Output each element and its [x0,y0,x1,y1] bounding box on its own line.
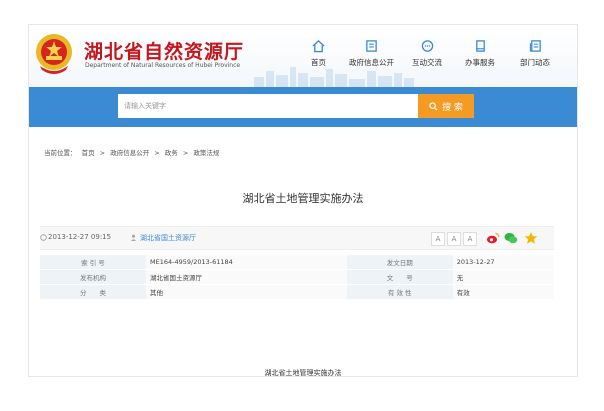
table-row: 发布机构 湖北省国土资源厅 文 号 无 [40,269,554,285]
page-frame: 湖北省自然资源厅 Department of Natural Resources… [28,24,578,377]
site-header: 湖北省自然资源厅 Department of Natural Resources… [29,25,577,87]
search-icon [429,101,438,111]
font-size-large-button[interactable]: A [431,232,445,246]
info-value: 其他 [146,284,347,300]
article-content: 当前位置： 首页 > 政府信息公开 > 政务 > 政策法规 湖北省土地管理实施办… [37,137,569,376]
breadcrumb: 当前位置： 首页 > 政府信息公开 > 政务 > 政策法规 [44,147,222,157]
breadcrumb-link-policy[interactable]: 政策法规 [193,149,219,157]
article-meta-bar: 2013-12-27 09:15 湖北省国土资源厅 A A A [40,226,554,250]
info-value: 湖北省国土资源厅 [146,269,347,285]
breadcrumb-separator: > [99,149,106,157]
font-size-small-button[interactable]: A [463,232,477,246]
info-key: 发文日期 [346,255,453,270]
nav-label: 互动交流 [412,58,442,67]
breadcrumb-prefix: 当前位置： [44,149,77,157]
search-button[interactable]: 搜 索 [418,94,474,118]
skyline-graphic [254,67,414,87]
bookmark-icon [475,40,485,52]
chat-icon [421,40,433,52]
info-key: 索 引 号 [40,255,146,270]
nav-item-gov-info[interactable]: 政府信息公开 [349,39,394,68]
table-row: 分 类 其他 有 效 性 有效 [40,284,554,300]
article-title: 湖北省土地管理实施办法 [242,192,364,205]
nav-label: 部门动态 [520,58,550,67]
user-icon [130,234,137,241]
search-input[interactable]: 请输入关键字 [118,94,418,118]
nav-label: 首页 [311,58,326,67]
nav-item-interaction[interactable]: 互动交流 [412,39,442,68]
breadcrumb-link-home[interactable]: 首页 [82,149,95,157]
info-key: 分 类 [40,284,146,300]
article-date: 2013-12-27 09:15 [48,233,112,241]
national-emblem-icon[interactable] [34,32,74,76]
nav-item-services[interactable]: 办事服务 [465,39,495,68]
nav-item-home[interactable]: 首页 [311,39,326,68]
info-value: 无 [452,269,554,285]
info-value: 有效 [452,284,554,300]
table-row: 索 引 号 ME164-4959/2013-61184 发文日期 2013-12… [40,255,554,270]
breadcrumb-separator: > [154,149,160,157]
info-key: 发布机构 [40,269,146,285]
search-bar: 请输入关键字 搜 索 [29,87,577,127]
nav-label: 政府信息公开 [349,58,394,67]
news-icon [529,40,541,52]
breadcrumb-link-gov-info[interactable]: 政府信息公开 [110,149,149,157]
document-heading: 湖北省土地管理实施办法 [264,369,342,377]
clock-icon [40,234,47,241]
document-info-table: 索 引 号 ME164-4959/2013-61184 发文日期 2013-12… [40,255,554,300]
breadcrumb-separator: > [182,149,189,157]
nav-label: 办事服务 [465,58,495,67]
font-size-medium-button[interactable]: A [447,232,461,246]
nav-item-dept-news[interactable]: 部门动态 [520,39,550,68]
info-key: 有 效 性 [346,284,453,300]
site-title[interactable]: 湖北省自然资源厅 [84,37,244,64]
article-source: 湖北省国土资源厅 [140,234,196,242]
breadcrumb-link-affairs[interactable]: 政务 [165,149,178,157]
info-key: 文 号 [346,269,453,285]
home-icon [312,40,325,53]
site-subtitle: Department of Natural Resources of Hubei… [85,62,241,69]
weibo-icon[interactable] [486,231,500,245]
favorite-star-icon[interactable] [524,231,538,245]
search-button-label: 搜 索 [442,102,463,113]
document-icon [366,40,377,52]
info-value: ME164-4959/2013-61184 [146,255,347,270]
wechat-icon[interactable] [504,231,518,245]
info-value: 2013-12-27 [452,255,554,270]
